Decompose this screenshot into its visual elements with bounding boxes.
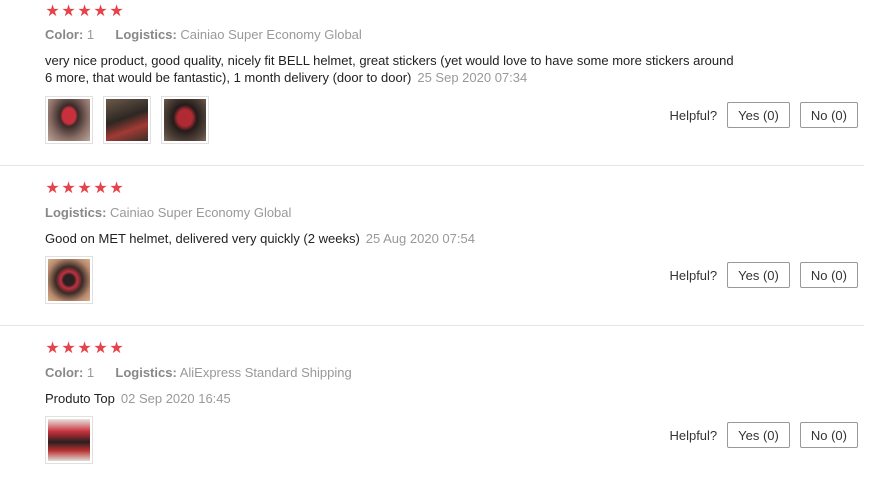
helpful-voting: Helpful? Yes (0) No (0) <box>669 262 858 288</box>
star-icon: ★ <box>45 3 60 20</box>
color-value: 1 <box>86 365 95 380</box>
star-icon: ★ <box>93 340 108 357</box>
review-item: ★ ★ ★ ★ ★ Color: 1 Logistics: AliExpress… <box>0 326 864 482</box>
logistics-value: AliExpress Standard Shipping <box>179 365 352 380</box>
helpful-no-button[interactable]: No (0) <box>799 422 858 448</box>
star-icon: ★ <box>93 3 108 20</box>
helpful-voting: Helpful? Yes (0) No (0) <box>669 422 858 448</box>
star-icon: ★ <box>77 180 92 197</box>
helmet-photo <box>48 259 90 301</box>
review-text-block: Good on MET helmet, delivered very quick… <box>45 230 735 247</box>
review-images <box>45 416 93 464</box>
helpful-label: Helpful? <box>669 267 718 283</box>
review-date: 25 Aug 2020 07:54 <box>365 231 475 246</box>
review-text: Good on MET helmet, delivered very quick… <box>45 231 360 246</box>
helpful-label: Helpful? <box>669 427 718 443</box>
star-rating: ★ ★ ★ ★ ★ <box>45 4 124 20</box>
helpful-label: Helpful? <box>669 107 718 123</box>
logistics-label: Logistics: <box>115 27 177 42</box>
logistics-label: Logistics: <box>45 205 107 220</box>
logistics-label: Logistics: <box>115 365 177 380</box>
color-value: 1 <box>86 27 95 42</box>
helmet-photo <box>164 99 206 141</box>
helmet-photo <box>48 419 90 461</box>
review-image-thumbnail[interactable] <box>45 96 93 144</box>
review-item: ★ ★ ★ ★ ★ Color: 1 Logistics: Cainiao Su… <box>0 0 864 165</box>
star-icon: ★ <box>77 340 92 357</box>
star-icon: ★ <box>109 3 124 20</box>
star-icon: ★ <box>61 3 76 20</box>
star-rating: ★ ★ ★ ★ ★ <box>45 181 124 197</box>
color-label: Color: <box>45 365 84 380</box>
review-item: ★ ★ ★ ★ ★ Logistics: Cainiao Super Econo… <box>0 166 864 325</box>
review-images <box>45 256 93 304</box>
star-icon: ★ <box>45 180 60 197</box>
star-icon: ★ <box>45 340 60 357</box>
review-text: very nice product, good quality, nicely … <box>45 53 734 85</box>
review-text: Produto Top <box>45 391 115 406</box>
logistics-value: Cainiao Super Economy Global <box>110 205 292 220</box>
review-meta: Color: 1 Logistics: AliExpress Standard … <box>45 365 352 380</box>
helpful-no-button[interactable]: No (0) <box>799 262 858 288</box>
helpful-voting: Helpful? Yes (0) No (0) <box>669 102 858 128</box>
review-image-thumbnail[interactable] <box>161 96 209 144</box>
review-images <box>45 96 209 144</box>
star-icon: ★ <box>77 3 92 20</box>
star-icon: ★ <box>109 180 124 197</box>
review-text-block: Produto Top 02 Sep 2020 16:45 <box>45 390 735 407</box>
review-image-thumbnail[interactable] <box>103 96 151 144</box>
review-date: 25 Sep 2020 07:34 <box>417 70 528 85</box>
review-image-thumbnail[interactable] <box>45 256 93 304</box>
review-text-block: very nice product, good quality, nicely … <box>45 52 735 86</box>
helmet-photo <box>48 99 90 141</box>
color-label: Color: <box>45 27 84 42</box>
review-date: 02 Sep 2020 16:45 <box>120 391 231 406</box>
helpful-no-button[interactable]: No (0) <box>799 102 858 128</box>
helpful-yes-button[interactable]: Yes (0) <box>727 102 790 128</box>
star-rating: ★ ★ ★ ★ ★ <box>45 341 124 357</box>
helpful-yes-button[interactable]: Yes (0) <box>727 422 790 448</box>
star-icon: ★ <box>61 340 76 357</box>
review-meta: Color: 1 Logistics: Cainiao Super Econom… <box>45 27 362 42</box>
star-icon: ★ <box>109 340 124 357</box>
review-meta: Logistics: Cainiao Super Economy Global <box>45 205 291 220</box>
star-icon: ★ <box>61 180 76 197</box>
helmet-photo <box>106 99 148 141</box>
helpful-yes-button[interactable]: Yes (0) <box>727 262 790 288</box>
star-icon: ★ <box>93 180 108 197</box>
review-image-thumbnail[interactable] <box>45 416 93 464</box>
logistics-value: Cainiao Super Economy Global <box>180 27 362 42</box>
